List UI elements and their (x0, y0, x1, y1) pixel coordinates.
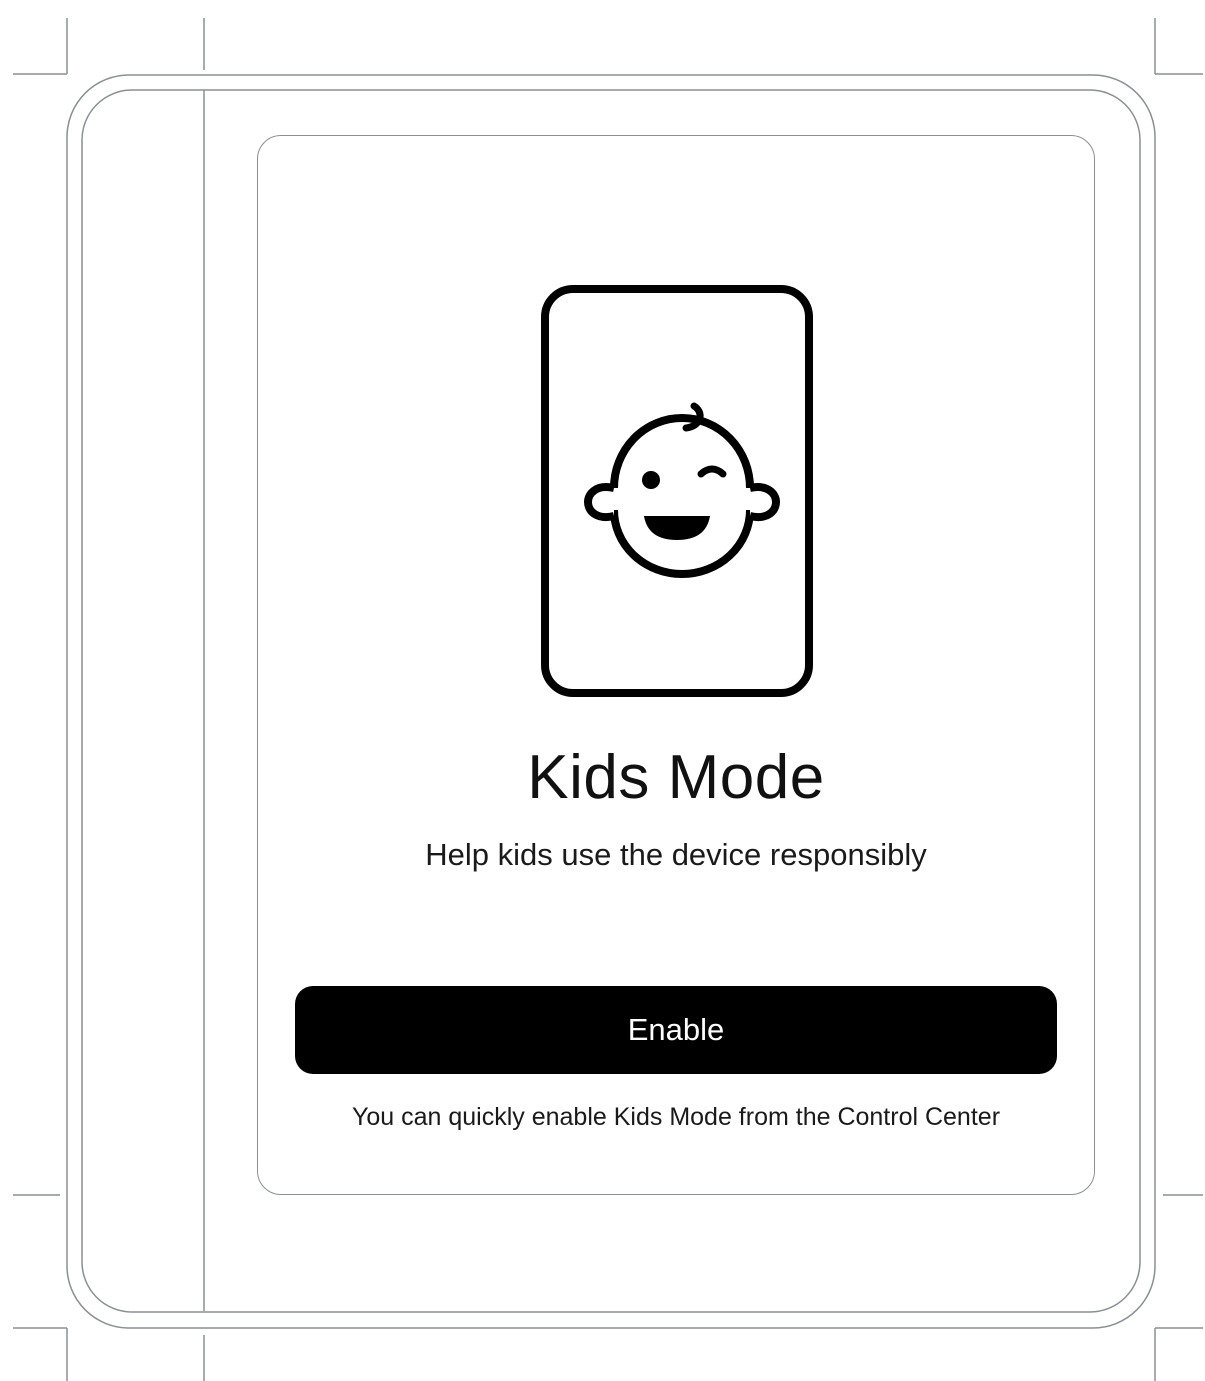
page-title: Kids Mode (527, 743, 825, 812)
screen: Kids Mode Help kids use the device respo… (0, 0, 1205, 1381)
enable-button[interactable]: Enable (295, 986, 1057, 1074)
control-center-hint: You can quickly enable Kids Mode from th… (351, 1103, 1001, 1131)
page-subtitle: Help kids use the device responsibly (425, 837, 927, 872)
phone-baby-face-icon (541, 285, 813, 697)
